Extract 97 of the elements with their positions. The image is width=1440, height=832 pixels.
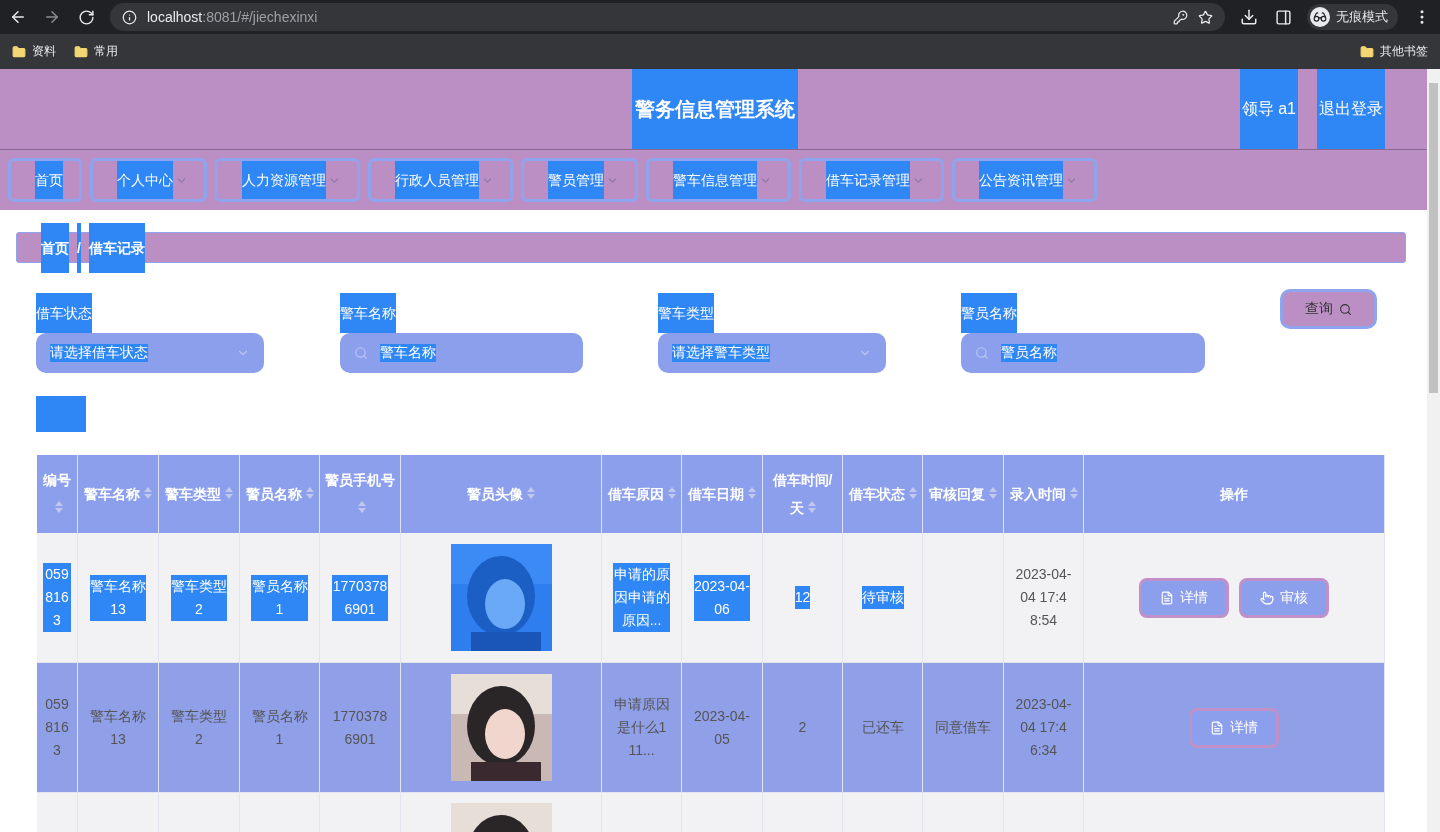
- column-header[interactable]: 编号: [37, 455, 78, 533]
- nav-item[interactable]: 警车信息管理: [646, 158, 791, 202]
- folder-icon: [74, 44, 88, 59]
- url-text: localhost:8081/#/jiechexinxi: [147, 9, 319, 25]
- table-cell: 12: [763, 533, 843, 663]
- column-header[interactable]: 录入时间: [1004, 455, 1084, 533]
- sort-icon[interactable]: [908, 487, 917, 499]
- logout-link[interactable]: 退出登录: [1317, 69, 1385, 149]
- select-field[interactable]: 请选择警车类型: [658, 333, 886, 373]
- table-cell: 同意借车: [923, 663, 1004, 793]
- column-header[interactable]: 借车状态: [843, 455, 923, 533]
- breadcrumb-current: 借车记录: [88, 222, 145, 273]
- reload-icon[interactable]: [76, 7, 96, 27]
- nav-item[interactable]: 警员管理: [521, 158, 638, 202]
- key-icon[interactable]: [1173, 9, 1188, 25]
- nav-item[interactable]: 个人中心: [90, 158, 207, 202]
- filter-label: 警员名称: [961, 293, 1017, 333]
- download-icon[interactable]: [1239, 7, 1259, 27]
- sort-icon[interactable]: [225, 487, 233, 499]
- nav-item[interactable]: 行政人员管理: [368, 158, 513, 202]
- sort-icon[interactable]: [989, 487, 997, 499]
- table-cell: 2023-04-04 17:46:34: [1004, 663, 1084, 793]
- bookmark[interactable]: 常用: [94, 43, 118, 60]
- table-cell: 警车名称13: [78, 663, 159, 793]
- table-cell: 0598163: [37, 533, 78, 663]
- sort-icon[interactable]: [358, 501, 366, 513]
- search-icon: [1339, 302, 1352, 316]
- scrollbar-thumb[interactable]: [1429, 83, 1438, 393]
- column-header[interactable]: 警员手机号: [320, 455, 401, 533]
- filter-label: 警车名称: [340, 293, 396, 333]
- user-link[interactable]: 领导 a1: [1239, 69, 1298, 149]
- query-button[interactable]: 查询: [1280, 289, 1377, 329]
- profile-button[interactable]: 无痕模式: [1307, 4, 1398, 30]
- address-bar[interactable]: localhost:8081/#/jiechexinxi: [110, 3, 1225, 31]
- search-field[interactable]: 警员名称: [961, 333, 1205, 373]
- nav-item[interactable]: 人力资源管理: [215, 158, 360, 202]
- detail-button[interactable]: 详情: [1139, 577, 1229, 618]
- filter-label: 借车状态: [36, 293, 92, 333]
- scrollbar[interactable]: [1427, 69, 1440, 832]
- sort-icon[interactable]: [305, 487, 314, 499]
- table-cell: 2023-04-06: [682, 533, 763, 663]
- hand-icon: [1260, 590, 1274, 605]
- table-cell: 警员名称1: [240, 663, 320, 793]
- sort-icon[interactable]: [748, 487, 756, 499]
- column-header[interactable]: 警员名称: [240, 455, 320, 533]
- column-header[interactable]: 警员头像: [401, 455, 602, 533]
- search-field[interactable]: 警车名称: [340, 333, 583, 373]
- search-icon: [354, 346, 368, 360]
- breadcrumb-link[interactable]: 首页: [41, 222, 69, 273]
- sort-icon[interactable]: [527, 487, 535, 499]
- breadcrumb-separator: /: [77, 222, 81, 273]
- bookmark[interactable]: 其他书签: [1380, 43, 1428, 60]
- table-cell: 申请原因是什么111...: [602, 663, 682, 793]
- table-cell: 2023-04-04 17:48:54: [1004, 533, 1084, 663]
- sort-icon[interactable]: [807, 501, 816, 513]
- search-icon: [975, 346, 989, 360]
- document-icon: [1210, 720, 1224, 735]
- table-cell: 2023-04-05: [682, 663, 763, 793]
- table-cell: 17703786901: [320, 663, 401, 793]
- info-icon[interactable]: [122, 9, 137, 25]
- column-header[interactable]: 警车类型: [159, 455, 240, 533]
- nav-item[interactable]: 公告资讯管理: [952, 158, 1097, 202]
- table-cell: 警车类型2: [159, 533, 240, 663]
- folder-icon: [1360, 44, 1374, 59]
- folder-icon: [12, 44, 26, 59]
- site-title: 警务信息管理系统: [632, 69, 798, 149]
- incognito-icon: [1310, 7, 1330, 27]
- table-cell: 申请的原因申请的原因...: [602, 533, 682, 663]
- table-cell: 17703786901: [320, 533, 401, 663]
- column-header[interactable]: 警车名称: [78, 455, 159, 533]
- filter-label: 警车类型: [658, 293, 714, 333]
- empty-button[interactable]: [36, 396, 86, 432]
- select-field[interactable]: 请选择借车状态: [36, 333, 264, 373]
- review-button[interactable]: 审核: [1239, 577, 1329, 618]
- table-cell: 警员名称1: [240, 533, 320, 663]
- sort-icon[interactable]: [55, 501, 63, 513]
- table-cell: 待审核: [843, 533, 923, 663]
- sort-icon[interactable]: [667, 487, 676, 499]
- star-icon[interactable]: [1198, 9, 1213, 25]
- table-cell: 警车类型2: [159, 663, 240, 793]
- column-header[interactable]: 审核回复: [923, 455, 1004, 533]
- sort-icon[interactable]: [144, 487, 152, 499]
- detail-button[interactable]: 详情: [1189, 707, 1279, 748]
- column-header[interactable]: 借车日期: [682, 455, 763, 533]
- table-cell: 已还车: [843, 663, 923, 793]
- column-header[interactable]: 借车原因: [602, 455, 682, 533]
- document-icon: [1160, 590, 1174, 605]
- sort-icon[interactable]: [1069, 487, 1078, 499]
- side-panel-icon[interactable]: [1273, 7, 1293, 27]
- column-header[interactable]: 操作: [1084, 455, 1385, 533]
- table-cell: 警车名称13: [78, 533, 159, 663]
- bookmark[interactable]: 资料: [32, 43, 56, 60]
- table-cell: 2: [763, 663, 843, 793]
- table-cell: 0598163: [37, 663, 78, 793]
- column-header[interactable]: 借车时间/天: [763, 455, 843, 533]
- nav-item[interactable]: 借车记录管理: [799, 158, 944, 202]
- nav-item[interactable]: 首页: [8, 158, 82, 202]
